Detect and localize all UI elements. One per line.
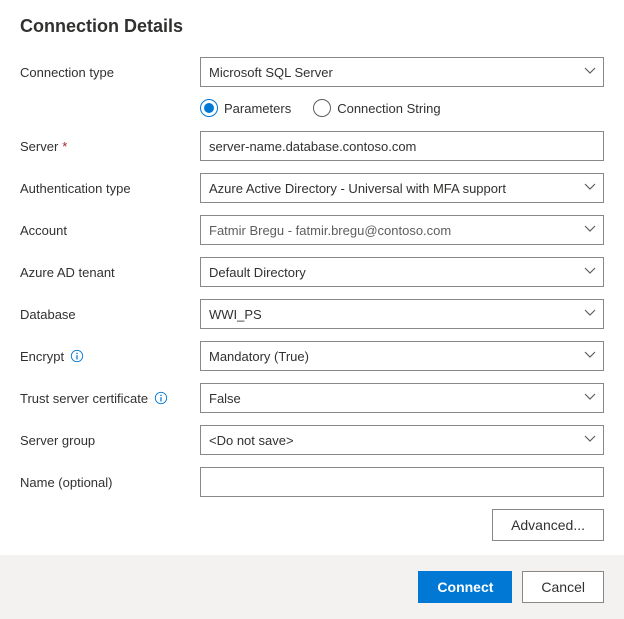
tenant-label: Azure AD tenant [20,265,200,280]
database-select[interactable]: WWI_PS [200,299,604,329]
parameters-radio-label: Parameters [224,101,291,116]
encrypt-value: Mandatory (True) [209,349,575,364]
advanced-button[interactable]: Advanced... [492,509,604,541]
dialog-footer: Connect Cancel [0,555,624,619]
tenant-select[interactable]: Default Directory [200,257,604,287]
connection-type-select[interactable]: Microsoft SQL Server [200,57,604,87]
radio-selected-icon [200,99,218,117]
connection-string-radio[interactable]: Connection String [313,99,440,117]
trust-cert-label: Trust server certificate [20,391,148,406]
cancel-button[interactable]: Cancel [522,571,604,603]
auth-type-label: Authentication type [20,181,200,196]
account-value: Fatmir Bregu - fatmir.bregu@contoso.com [209,223,575,238]
server-input[interactable] [200,131,604,161]
tenant-value: Default Directory [209,265,575,280]
database-label: Database [20,307,200,322]
encrypt-label: Encrypt [20,349,64,364]
server-label: Server* [20,139,200,154]
account-select[interactable]: Fatmir Bregu - fatmir.bregu@contoso.com [200,215,604,245]
info-icon[interactable] [70,349,84,363]
name-optional-input[interactable] [200,467,604,497]
connection-type-value: Microsoft SQL Server [209,65,575,80]
input-mode-radiogroup: Parameters Connection String [200,99,604,117]
server-group-select[interactable]: <Do not save> [200,425,604,455]
connect-button[interactable]: Connect [418,571,512,603]
connection-string-radio-label: Connection String [337,101,440,116]
auth-type-value: Azure Active Directory - Universal with … [209,181,575,196]
server-group-value: <Do not save> [209,433,575,448]
database-value: WWI_PS [209,307,575,322]
trust-cert-value: False [209,391,575,406]
encrypt-select[interactable]: Mandatory (True) [200,341,604,371]
info-icon[interactable] [154,391,168,405]
panel-title: Connection Details [20,16,604,37]
auth-type-select[interactable]: Azure Active Directory - Universal with … [200,173,604,203]
name-optional-label: Name (optional) [20,475,200,490]
server-group-label: Server group [20,433,200,448]
radio-unselected-icon [313,99,331,117]
parameters-radio[interactable]: Parameters [200,99,291,117]
required-asterisk-icon: * [62,139,67,154]
account-label: Account [20,223,200,238]
connection-type-label: Connection type [20,65,200,80]
trust-cert-select[interactable]: False [200,383,604,413]
